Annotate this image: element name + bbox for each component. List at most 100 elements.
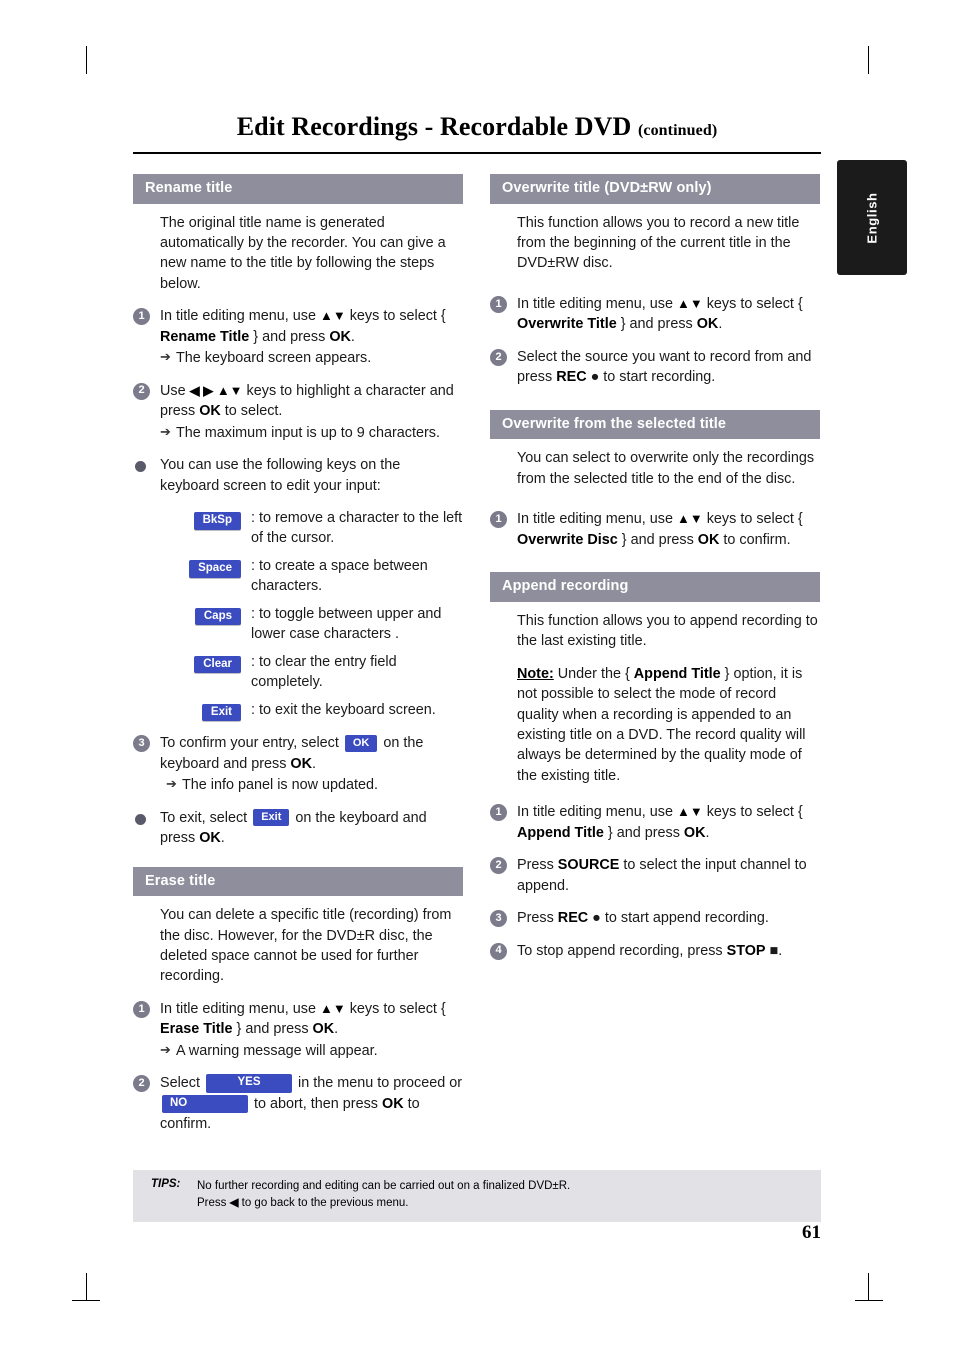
step-text: To confirm your entry, select [160,735,343,752]
step-text: keys to select { [702,295,803,312]
step-result: The keyboard screen appears. [176,350,372,367]
ok-key: OK [683,824,706,841]
step-number: 1 [133,308,150,326]
list-item: Exit : to exit the keyboard screen. [173,700,463,722]
nav-keys-glyph: ▲▼ [677,295,703,311]
step-number: 2 [490,857,507,875]
step-number: 2 [490,348,507,366]
step-text: } and press [603,824,684,841]
note-text: Under the { [553,665,634,682]
erase-step-1: 1 In title editing menu, use ▲▼ keys to … [133,999,463,1061]
overwrite-title-step-2: 2 Select the source you want to record f… [490,347,820,388]
key-chip-caps[interactable]: Caps [194,607,241,626]
arrow-icon: ➔ [160,1041,171,1057]
step-text: to start append recording. [604,910,769,927]
step-text: Press [517,910,558,927]
section-heading-erase-title: Erase title [133,866,463,897]
key-chip-cell: Exit [173,700,241,722]
step-text: In title editing menu, use [517,804,677,821]
step-text: } and press [617,531,698,548]
step-number: 3 [133,735,150,753]
step-number: 1 [133,1000,150,1018]
left-column: Rename title The original title name is … [133,174,463,1147]
menu-option-append-title: Append Title [633,665,721,682]
append-note: Note: Under the { Append Title } option,… [517,664,820,787]
ok-key: OK [382,1095,404,1112]
note-text: } option, it is not possible to select t… [517,665,806,784]
step-number: 1 [490,804,507,822]
append-step-3: 3 Press REC ● to start append recording. [490,908,820,928]
rename-step-1: 1 In title editing menu, use ▲▼ keys to … [133,306,463,368]
list-item: Caps : to toggle between upper and lower… [173,604,463,645]
section-heading-rename-title: Rename title [133,174,463,204]
key-desc: : to exit the keyboard screen. [251,701,436,718]
step-text: Use [160,382,190,399]
append-step-4: 4 To stop append recording, press STOP ■… [490,941,820,961]
rename-step-3: 3 To confirm your entry, select OK on th… [133,733,463,795]
key-desc: : to remove a character to the left of t… [251,510,463,547]
step-text: . [312,755,316,772]
key-chip-exit-inline[interactable]: Exit [253,809,290,827]
record-dot-icon: ● [586,369,604,386]
crop-mark [868,46,869,74]
rename-keys-bullet: You can use the following keys on the ke… [133,455,463,496]
crop-mark [855,1300,883,1301]
step-result: The maximum input is up to 9 characters. [176,424,440,441]
title-divider [133,152,821,154]
key-chip-exit[interactable]: Exit [201,703,241,722]
step-text: to select. [220,403,283,420]
key-chip-ok[interactable]: OK [344,734,378,753]
tips-label: TIPS: [151,1178,181,1190]
step-number: 3 [490,910,507,928]
menu-option-overwrite-title: Overwrite Title [517,316,617,333]
nav-keys-glyph: ▲▼ [677,804,703,820]
ok-key: OK [329,328,351,345]
step-text: } and press [616,316,697,333]
step-text: . [334,1021,339,1038]
right-column: Overwrite title (DVD±RW only) This funct… [490,174,820,973]
append-step-2: 2 Press SOURCE to select the input chann… [490,855,820,896]
tips-box: TIPS: No further recording and editing c… [133,1170,821,1222]
step-text: In title editing menu, use [160,308,320,325]
menu-option-overwrite-disc: Overwrite Disc [517,531,618,548]
key-chip-cell: Space [173,556,241,597]
arrow-icon: ➔ [160,349,171,365]
menu-button-no[interactable]: NO [162,1094,248,1114]
step-text: To stop append recording, press [517,942,727,959]
menu-button-yes[interactable]: YES [206,1074,292,1093]
rec-key: REC [557,910,589,927]
list-item: BkSp : to remove a character to the left… [173,508,463,549]
step-number: 2 [133,382,150,400]
menu-option-rename-title: Rename Title [160,328,250,345]
page: Edit Recordings - Recordable DVD (contin… [0,0,954,1347]
ok-key: OK [290,755,312,772]
step-text: to start recording. [603,369,716,386]
step-number: 4 [490,942,507,960]
overwrite-selected-intro: You can select to overwrite only the rec… [517,450,815,487]
overwrite-selected-step-1: 1 In title editing menu, use ▲▼ keys to … [490,509,820,550]
menu-option-append-title: Append Title [517,824,604,841]
page-title: Edit Recordings - Recordable DVD (contin… [133,112,821,142]
key-chip-clear[interactable]: Clear [194,655,241,674]
rec-key: REC [556,369,587,386]
step-text: . [778,942,783,959]
step-number: 1 [490,295,507,313]
key-chip-cell: Clear [173,652,241,693]
rename-intro: The original title name is generated aut… [160,214,446,292]
key-desc: : to clear the entry field completely. [251,653,397,691]
page-number: 61 [802,1222,821,1243]
stop-key: STOP [726,942,766,959]
step-text: In title editing menu, use [517,295,677,312]
key-chip-cell: BkSp [173,508,241,549]
keyboard-keys-list: BkSp : to remove a character to the left… [173,508,463,722]
append-intro: This function allows you to append recor… [517,612,818,650]
key-chip-bksp[interactable]: BkSp [193,512,241,530]
tips-line-1: No further recording and editing can be … [197,1180,571,1192]
step-result: The info panel is now updated. [182,777,379,794]
key-chip-space[interactable]: Space [189,559,241,578]
step-text: In title editing menu, use [160,1000,320,1017]
bullet-text: You can use the following keys on the ke… [160,457,401,494]
step-text: keys to select { [702,804,803,821]
page-title-text: Edit Recordings - Recordable DVD [236,112,632,141]
tips-line-2: Press ◀ to go back to the previous menu. [197,1195,821,1212]
